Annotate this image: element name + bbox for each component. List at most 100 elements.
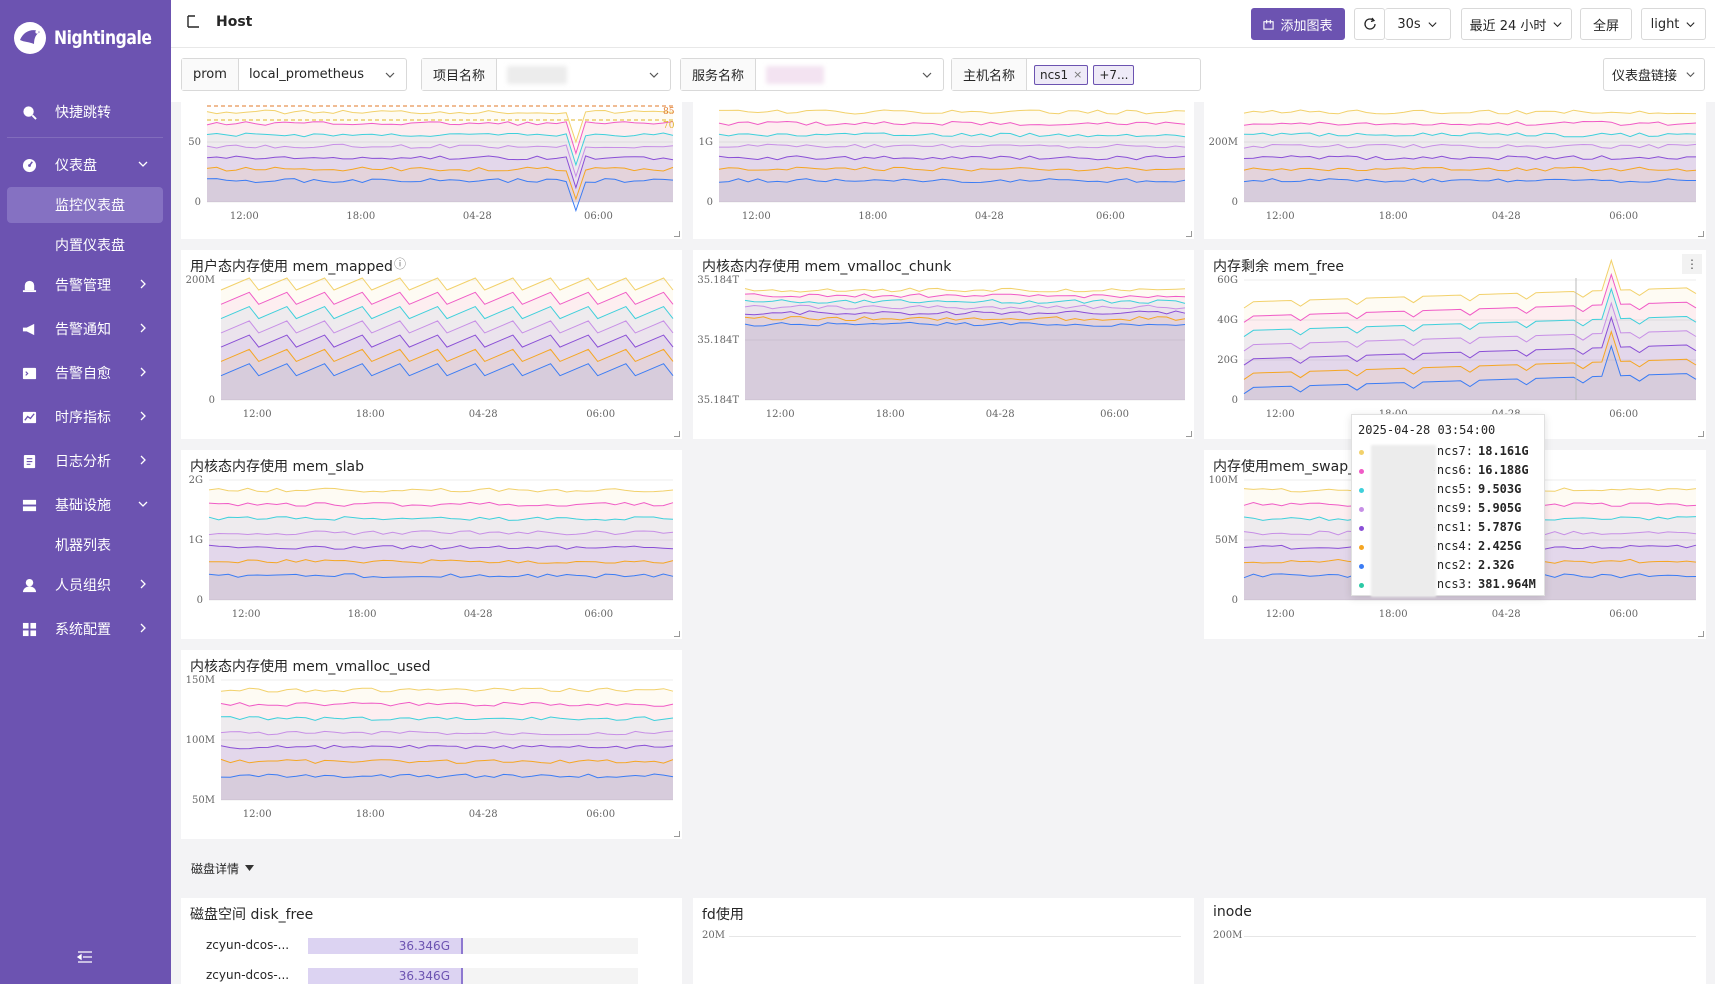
x-tick-label: 04-28: [463, 211, 492, 222]
x-tick-label: 12:00: [766, 409, 795, 420]
x-tick-label: 12:00: [243, 809, 272, 820]
user-icon: [22, 578, 37, 593]
panel-fd[interactable]: fd使用 20M: [693, 898, 1194, 984]
panel-mem-slab[interactable]: 内核态内存使用 mem_slab 2G 1G 0 12:00 18:00 04-28 06:0…: [181, 450, 682, 639]
sidebar-item-monitor-dashboard[interactable]: 监控仪表盘: [7, 187, 163, 223]
sidebar-item-logs[interactable]: 日志分析: [0, 443, 171, 479]
host-select[interactable]: ncs1 × +7...: [1027, 59, 1200, 90]
dashboard-icon: [22, 158, 37, 173]
top-header: Host 添加图表 30s 最近 24 小时 全屏 light: [171, 0, 1715, 48]
add-chart-button[interactable]: 添加图表: [1251, 8, 1345, 40]
sidebar-item-label: 基础设施: [55, 498, 111, 514]
sidebar-item-quick-jump[interactable]: 快捷跳转: [0, 94, 171, 130]
sidebar-item-alert-selfheal[interactable]: 告警自愈: [0, 355, 171, 391]
resize-handle[interactable]: [674, 631, 680, 637]
series-value: 5.905G: [1478, 501, 1522, 515]
app-root: Nightingale 快捷跳转 仪表盘 监控仪表盘 内置仪表盘 告警管理 告警…: [0, 0, 1715, 984]
resize-handle[interactable]: [1698, 231, 1704, 237]
bar-track: 36.346G: [308, 938, 638, 954]
panel-mem-vmalloc-chunk[interactable]: 内核态内存使用 mem_vmalloc_chunk 35.184T 35.184T 3…: [693, 250, 1194, 439]
section-disk-toggle[interactable]: 磁盘详情: [191, 860, 255, 877]
series-name: ncs2:: [1436, 558, 1473, 572]
y-tick-label: 150M: [186, 675, 215, 686]
panel-top-middle[interactable]: 1G 0 12:00 18:00 04-28 06:00: [693, 102, 1194, 239]
host-tag[interactable]: ncs1 ×: [1034, 64, 1089, 85]
chevron-right-icon: [140, 623, 146, 633]
sidebar-item-alert-manage[interactable]: 告警管理: [0, 267, 171, 303]
x-tick-label: 18:00: [1379, 609, 1408, 620]
collapse-menu-icon[interactable]: [77, 950, 93, 964]
datasource-select[interactable]: local_prometheus: [239, 59, 406, 90]
series-area: [719, 178, 1185, 202]
sidebar-item-builtin-dashboard[interactable]: 内置仪表盘: [7, 227, 163, 263]
time-range-select[interactable]: 最近 24 小时: [1461, 8, 1572, 40]
resize-handle[interactable]: [1698, 431, 1704, 437]
sidebar-item-people-org[interactable]: 人员组织: [0, 567, 171, 603]
x-tick-label: 06:00: [1609, 211, 1638, 222]
bar-label: zcyun-dcos-...: [206, 938, 290, 952]
threshold-label: 85: [663, 107, 675, 117]
section-title: 磁盘详情: [191, 862, 240, 876]
host-more-tag[interactable]: +7...: [1093, 64, 1135, 85]
series-value: 16.188G: [1478, 463, 1529, 477]
panel-disk-free[interactable]: 磁盘空间 disk_free zcyun-dcos-... 36.346G zc…: [181, 898, 682, 984]
sidebar-item-system-config[interactable]: 系统配置: [0, 611, 171, 647]
refresh-icon: [1363, 17, 1376, 30]
y-tick-label: 50M: [1215, 535, 1238, 546]
dashboard-link-button[interactable]: 仪表盘链接: [1603, 58, 1705, 91]
panel-mem-mapped[interactable]: 用户态内存使用 mem_mapped ⓘ 200M 0 12:00 18:00 04-28 0…: [181, 250, 682, 439]
sidebar-item-metrics[interactable]: 时序指标: [0, 399, 171, 435]
x-tick-label: 18:00: [876, 409, 905, 420]
panel-top-left[interactable]: 50 0 12:00 18:00 04-28 06:00 85 70: [181, 102, 682, 239]
y-tick-label: 0: [1232, 595, 1238, 606]
project-select[interactable]: [497, 59, 670, 90]
fullscreen-button[interactable]: 全屏: [1580, 8, 1632, 40]
resize-handle[interactable]: [674, 431, 680, 437]
close-icon[interactable]: ×: [1073, 68, 1082, 81]
datasource-value: local_prometheus: [248, 67, 365, 82]
resize-handle[interactable]: [1186, 431, 1192, 437]
datasource-filter: prom local_prometheus: [181, 58, 407, 91]
panel-inode[interactable]: inode 200M: [1204, 898, 1706, 984]
fullscreen-label: 全屏: [1592, 18, 1619, 34]
panel-top-right[interactable]: 200M 0 12:00 18:00 04-28 06:00: [1204, 102, 1706, 239]
resize-handle[interactable]: [674, 231, 680, 237]
sidebar-item-machines[interactable]: 机器列表: [7, 527, 163, 563]
service-select[interactable]: [756, 59, 943, 90]
back-icon[interactable]: [185, 14, 201, 30]
panel-mem-free[interactable]: 内存剩余 mem_free⋮60G40G20G012:0018:0004-280…: [1204, 250, 1706, 439]
chevron-right-icon: [140, 367, 146, 377]
y-tick-label: 1G: [189, 535, 203, 546]
series-color-dot: [1359, 469, 1364, 474]
sidebar-item-dashboard[interactable]: 仪表盘: [0, 147, 171, 183]
x-tick-label: 04-28: [469, 809, 498, 820]
y-tick-label: 0: [195, 197, 201, 208]
bar-value: 36.346G: [398, 939, 450, 953]
logo[interactable]: Nightingale: [12, 20, 173, 56]
theme-select[interactable]: light: [1641, 8, 1706, 40]
chevron-down-icon: [385, 72, 395, 78]
y-tick-label: 35.184T: [697, 335, 739, 346]
resize-handle[interactable]: [1186, 231, 1192, 237]
grid-line: [729, 936, 1181, 937]
x-tick-label: 04-28: [469, 409, 498, 420]
x-tick-label: 12:00: [243, 409, 272, 420]
series-value: 2.32G: [1478, 558, 1515, 572]
sidebar-item-label: 监控仪表盘: [55, 198, 125, 214]
chevron-down-icon: [649, 72, 659, 78]
resize-handle[interactable]: [674, 831, 680, 837]
host-filter-label: 主机名称: [952, 59, 1028, 90]
resize-handle[interactable]: [1698, 631, 1704, 637]
refresh-interval-select[interactable]: 30s: [1385, 8, 1451, 40]
refresh-interval-value: 30s: [1397, 16, 1421, 32]
series-value: 5.787G: [1478, 520, 1522, 534]
server-icon: [22, 499, 37, 512]
series-color-dot: [1359, 526, 1364, 531]
bar-label: zcyun-dcos-...: [206, 968, 290, 982]
refresh-button[interactable]: [1354, 8, 1385, 40]
sidebar-item-alert-notify[interactable]: 告警通知: [0, 311, 171, 347]
chevron-right-icon: [140, 279, 146, 289]
chart-svg: 2G 1G 0 12:00 18:00 04-28 06:00: [189, 475, 674, 620]
sidebar-item-infrastructure[interactable]: 基础设施: [0, 487, 171, 523]
panel-mem-vmalloc-used[interactable]: 内核态内存使用 mem_vmalloc_used 150M 100M 50M 12:00…: [181, 650, 682, 839]
